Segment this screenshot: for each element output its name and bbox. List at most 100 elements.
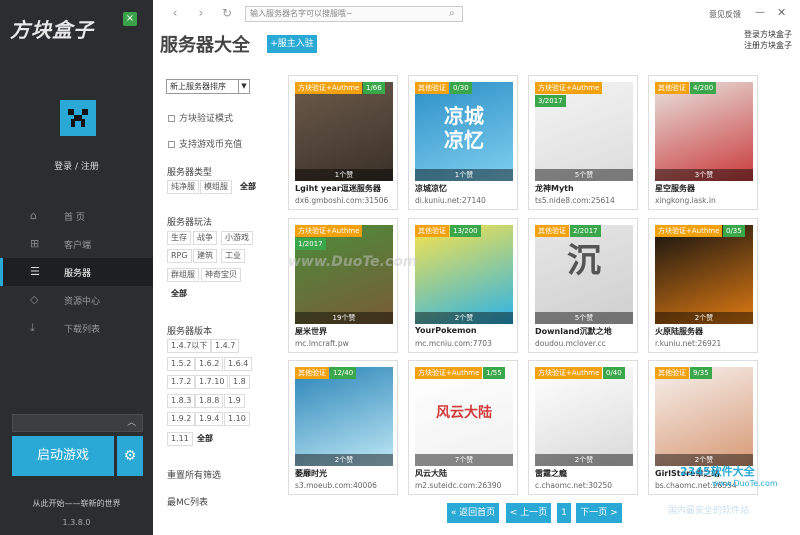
filter-tag[interactable]: 1.10: [224, 412, 250, 426]
server-name[interactable]: 龙神Myth: [535, 183, 635, 194]
next-page-button[interactable]: 下一页 >: [576, 503, 622, 523]
launch-game-button[interactable]: 启动游戏: [12, 436, 114, 476]
filter-tag[interactable]: 1.9.2: [167, 412, 196, 426]
minimize-icon[interactable]: —: [755, 7, 765, 18]
likes-count: 2个赞: [655, 312, 753, 324]
forward-arrow-icon[interactable]: ›: [194, 6, 208, 20]
filter-tag[interactable]: 1.7.10: [195, 375, 229, 389]
server-thumbnail[interactable]: 风云大陆: [415, 367, 513, 466]
avatar[interactable]: [60, 100, 96, 136]
server-name[interactable]: Downland沉默之地: [535, 326, 635, 337]
filter-tag[interactable]: 纯净服: [167, 180, 199, 194]
server-card[interactable]: 其他验证 13/200 2个赞 YourPokemon mc.mcniu.com:770…: [408, 218, 518, 353]
filter-tag[interactable]: 1.8: [229, 375, 250, 389]
server-name[interactable]: 凉城凉忆: [415, 183, 515, 194]
filter-tag[interactable]: 1.8.3: [167, 394, 196, 408]
server-name[interactable]: 星空服务器: [655, 183, 755, 194]
server-thumbnail[interactable]: [655, 367, 753, 466]
server-card[interactable]: 方块验证+Authme 0/35 2个赞 火原陆服务器 r.kuniu.net:2692…: [648, 218, 758, 353]
server-thumbnail[interactable]: [295, 82, 393, 181]
server-card[interactable]: 方块验证+Authme 3/2017 5个赞 龙神Myth ts5.nide8.com:…: [528, 75, 638, 210]
reset-filters-link[interactable]: 重置所有筛选: [167, 468, 221, 481]
filter-tag[interactable]: 全部: [236, 180, 260, 194]
server-card[interactable]: 其他验证 12/40 2个赞 萎靡时光 s3.moeub.com:40006: [288, 360, 398, 495]
filter-tag[interactable]: 1.6.2: [195, 357, 224, 371]
filter-tag[interactable]: 1.5.2: [167, 357, 196, 371]
server-card[interactable]: 方块验证+Authme 0/40 2个赞 雷霆之瘾 c.chaomc.net:30250: [528, 360, 638, 495]
filter-tag[interactable]: 1.8.8: [195, 394, 224, 408]
server-card[interactable]: 方块验证+Authme 1/66 1个赞 Lgiht year逗迷服务器 dx6.gmb…: [288, 75, 398, 210]
filter-tag[interactable]: RPG: [167, 249, 192, 263]
filter-tag[interactable]: 工业: [221, 249, 245, 263]
checkbox-box[interactable]: [168, 115, 175, 122]
close-icon[interactable]: ✕: [777, 6, 786, 19]
filter-tag[interactable]: 1.6.4: [224, 357, 253, 371]
filter-tag[interactable]: 1.9.4: [195, 412, 224, 426]
filter-tag[interactable]: 生存: [167, 231, 191, 245]
server-name[interactable]: Lgiht year逗迷服务器: [295, 183, 395, 194]
feedback-link[interactable]: 意见反馈: [709, 9, 741, 20]
server-name[interactable]: 屋米世界: [295, 326, 395, 337]
filter-tag[interactable]: 战争: [193, 231, 217, 245]
checkbox-block-verify[interactable]: 方块验证模式: [168, 111, 233, 124]
search-input[interactable]: 输入服务器名字可以搜服哦~: [245, 6, 463, 22]
filter-tag[interactable]: 全部: [167, 287, 191, 301]
server-thumbnail[interactable]: [295, 367, 393, 466]
server-thumbnail[interactable]: [655, 82, 753, 181]
server-card[interactable]: 方块验证+Authme 1/2017 19个赞 屋米世界 mc.lmcraft.pw: [288, 218, 398, 353]
home-icon: ⌂: [30, 209, 37, 222]
player-count-badge: 1/55: [483, 367, 505, 379]
sidebar-item-home[interactable]: ⌂ 首 页: [0, 202, 153, 230]
server-name[interactable]: 萎靡时光: [295, 468, 395, 479]
filter-tag[interactable]: 1.11: [167, 432, 193, 446]
filter-tag[interactable]: 1.9: [224, 394, 245, 408]
verify-badge: 其他验证: [655, 82, 689, 94]
filter-tag[interactable]: 模组服: [200, 180, 232, 194]
filter-tag[interactable]: 神奇宝贝: [201, 268, 241, 282]
login-link[interactable]: 登录方块盒子: [744, 29, 792, 40]
sidebar-item-gem[interactable]: ◇ 资源中心: [0, 286, 153, 314]
server-thumbnail[interactable]: 凉城 凉忆: [415, 82, 513, 181]
back-home-button[interactable]: « 返回首页: [447, 503, 499, 523]
server-thumbnail[interactable]: 沉: [535, 225, 633, 324]
sidebar-item-server[interactable]: ☰ 服务器: [0, 258, 153, 286]
server-name[interactable]: 风云大陆: [415, 468, 515, 479]
page-number-button[interactable]: 1: [557, 503, 571, 523]
server-name[interactable]: 火原陆服务器: [655, 326, 755, 337]
filter-tag[interactable]: 群组服: [167, 268, 199, 282]
sidebar-item-grid[interactable]: ⊞ 客户端: [0, 230, 153, 258]
server-name[interactable]: YourPokemon: [415, 326, 515, 335]
server-address: doudou.mclover.cc: [535, 339, 606, 348]
refresh-icon[interactable]: ↻: [220, 6, 234, 20]
checkbox-coin-recharge[interactable]: 支持游戏币充值: [168, 137, 242, 150]
register-link[interactable]: 注册方块盒子: [744, 40, 792, 51]
verify-badge: 其他验证: [295, 367, 329, 379]
filter-tag[interactable]: 1.4.7: [211, 339, 240, 353]
server-address: di.kuniu.net:27140: [415, 196, 486, 205]
sidebar-item-download[interactable]: ⤓ 下载列表: [0, 314, 153, 342]
best-mc-list-link[interactable]: 最MC列表: [167, 495, 208, 508]
filter-tag[interactable]: 全部: [193, 432, 217, 446]
back-arrow-icon[interactable]: ‹: [168, 6, 182, 20]
search-icon[interactable]: ⌕: [449, 8, 461, 20]
filter-tag[interactable]: 1.7.2: [167, 375, 196, 389]
server-card[interactable]: 沉 其他验证 2/2017 5个赞 Downland沉默之地 doudou.mclover…: [528, 218, 638, 353]
prev-page-button[interactable]: < 上一页: [506, 503, 551, 523]
filter-tag[interactable]: 1.4.7以下: [167, 339, 212, 353]
server-card[interactable]: 风云大陆 方块验证+Authme 1/55 7个赞 风云大陆 m2.suteidc.com…: [408, 360, 518, 495]
filter-tag[interactable]: 建筑: [193, 249, 217, 263]
server-name[interactable]: 雷霆之瘾: [535, 468, 635, 479]
filter-tag[interactable]: 小游戏: [221, 231, 253, 245]
launch-settings-gear-icon[interactable]: ⚙: [117, 436, 143, 476]
login-register-link[interactable]: 登录 / 注册: [0, 159, 153, 172]
server-thumbnail[interactable]: [415, 225, 513, 324]
server-card[interactable]: 其他验证 4/200 3个赞 星空服务器 xingkong.iask.in: [648, 75, 758, 210]
sidebar-item-label: 服务器: [64, 268, 92, 279]
collapse-toggle[interactable]: ︿: [12, 414, 143, 432]
server-thumbnail[interactable]: [535, 367, 633, 466]
server-card[interactable]: 凉城 凉忆 其他验证 0/30 1个赞 凉城凉忆 di.kuniu.net:27140: [408, 75, 518, 210]
sort-select[interactable]: 新上服务器排序 ▼: [166, 79, 250, 94]
checkbox-box[interactable]: [168, 141, 175, 148]
owner-join-button[interactable]: +服主入驻: [267, 35, 317, 53]
server-thumbnail[interactable]: [655, 225, 753, 324]
